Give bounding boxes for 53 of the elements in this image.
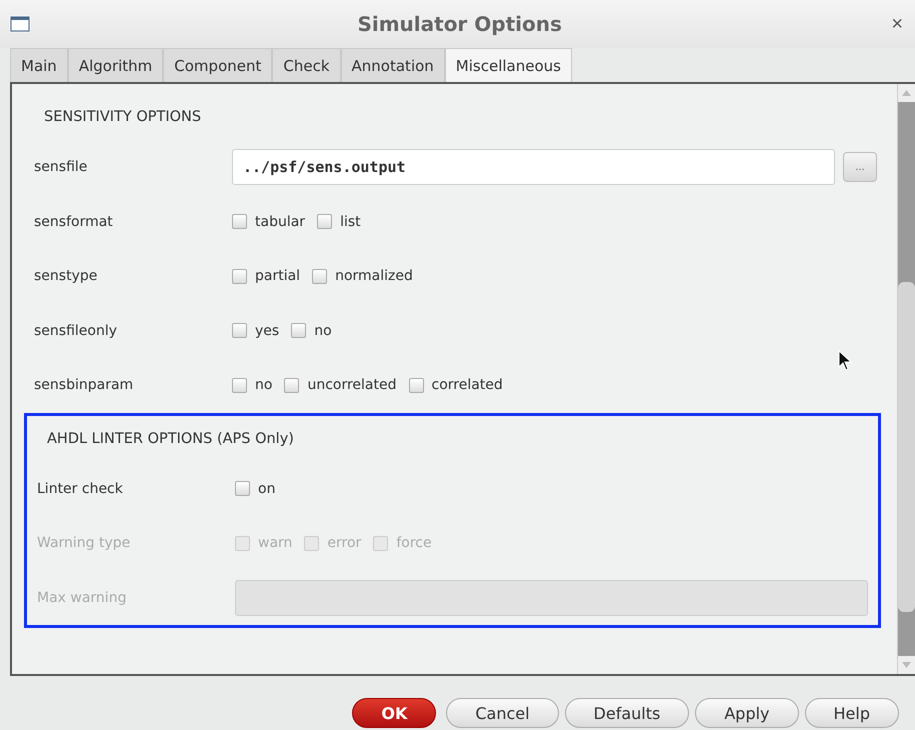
checkbox[interactable]	[408, 378, 424, 393]
checkbox[interactable]	[232, 378, 247, 393]
window-icon	[10, 16, 30, 32]
checkbox[interactable]	[232, 323, 247, 338]
checkbox-label: list	[340, 214, 361, 230]
checkbox-label: no	[255, 377, 272, 394]
checkbox-label: on	[258, 480, 276, 497]
browse-button[interactable]: ...	[843, 152, 877, 182]
dialog-button[interactable]: Defaults	[564, 698, 690, 728]
section-heading: AHDL LINTER OPTIONS (APS Only)	[46, 430, 295, 448]
checkbox-label: correlated	[432, 377, 503, 394]
tab[interactable]: Annotation	[340, 48, 445, 82]
option-label: Max warning	[36, 590, 128, 606]
scroll-up-icon[interactable]	[898, 84, 915, 102]
checkbox[interactable]	[232, 268, 247, 284]
tab[interactable]: Main	[10, 48, 68, 82]
checkbox-label: force	[396, 535, 432, 552]
option-label: senstype	[33, 268, 98, 284]
dialog-button[interactable]: Apply	[695, 698, 799, 728]
checkbox-label: no	[314, 322, 332, 339]
option-label: sensfileonly	[33, 322, 118, 339]
option-label: sensbinparam	[33, 377, 134, 394]
checkbox[interactable]	[232, 214, 247, 230]
window-title: Simulator Options	[356, 12, 563, 36]
dialog-button[interactable]: Help	[804, 698, 899, 728]
checkbox-label: error	[327, 535, 362, 552]
checkbox-label: warn	[258, 535, 292, 552]
checkbox-label: yes	[255, 322, 280, 339]
checkbox-label: uncorrelated	[307, 377, 396, 394]
scrollbar[interactable]	[897, 84, 915, 674]
checkbox[interactable]	[284, 378, 300, 393]
tab[interactable]: Algorithm	[68, 48, 164, 82]
tab[interactable]: Component	[163, 48, 272, 82]
input-field[interactable]: ../psf/sens.output	[232, 149, 835, 186]
scroll-down-icon[interactable]	[898, 656, 915, 674]
checkbox[interactable]	[291, 323, 306, 338]
tab[interactable]: Check	[272, 48, 341, 82]
cursor-icon	[838, 350, 852, 372]
checkbox[interactable]	[317, 214, 332, 230]
checkbox-label: tabular	[255, 214, 306, 230]
dialog-button[interactable]: OK	[352, 698, 436, 728]
option-label: sensfile	[33, 159, 88, 176]
checkbox-label: partial	[255, 268, 300, 284]
tab[interactable]: Miscellaneous	[444, 48, 572, 82]
close-button[interactable]: ×	[889, 12, 905, 36]
checkbox[interactable]	[312, 268, 328, 284]
option-label: Warning type	[36, 535, 132, 552]
dialog-button[interactable]: Cancel	[446, 698, 559, 728]
option-label: Linter check	[36, 480, 124, 497]
checkbox-label: normalized	[335, 268, 413, 284]
section-heading: SENSITIVITY OPTIONS	[43, 108, 202, 127]
option-label: sensformat	[33, 214, 114, 230]
checkbox[interactable]	[235, 481, 250, 496]
